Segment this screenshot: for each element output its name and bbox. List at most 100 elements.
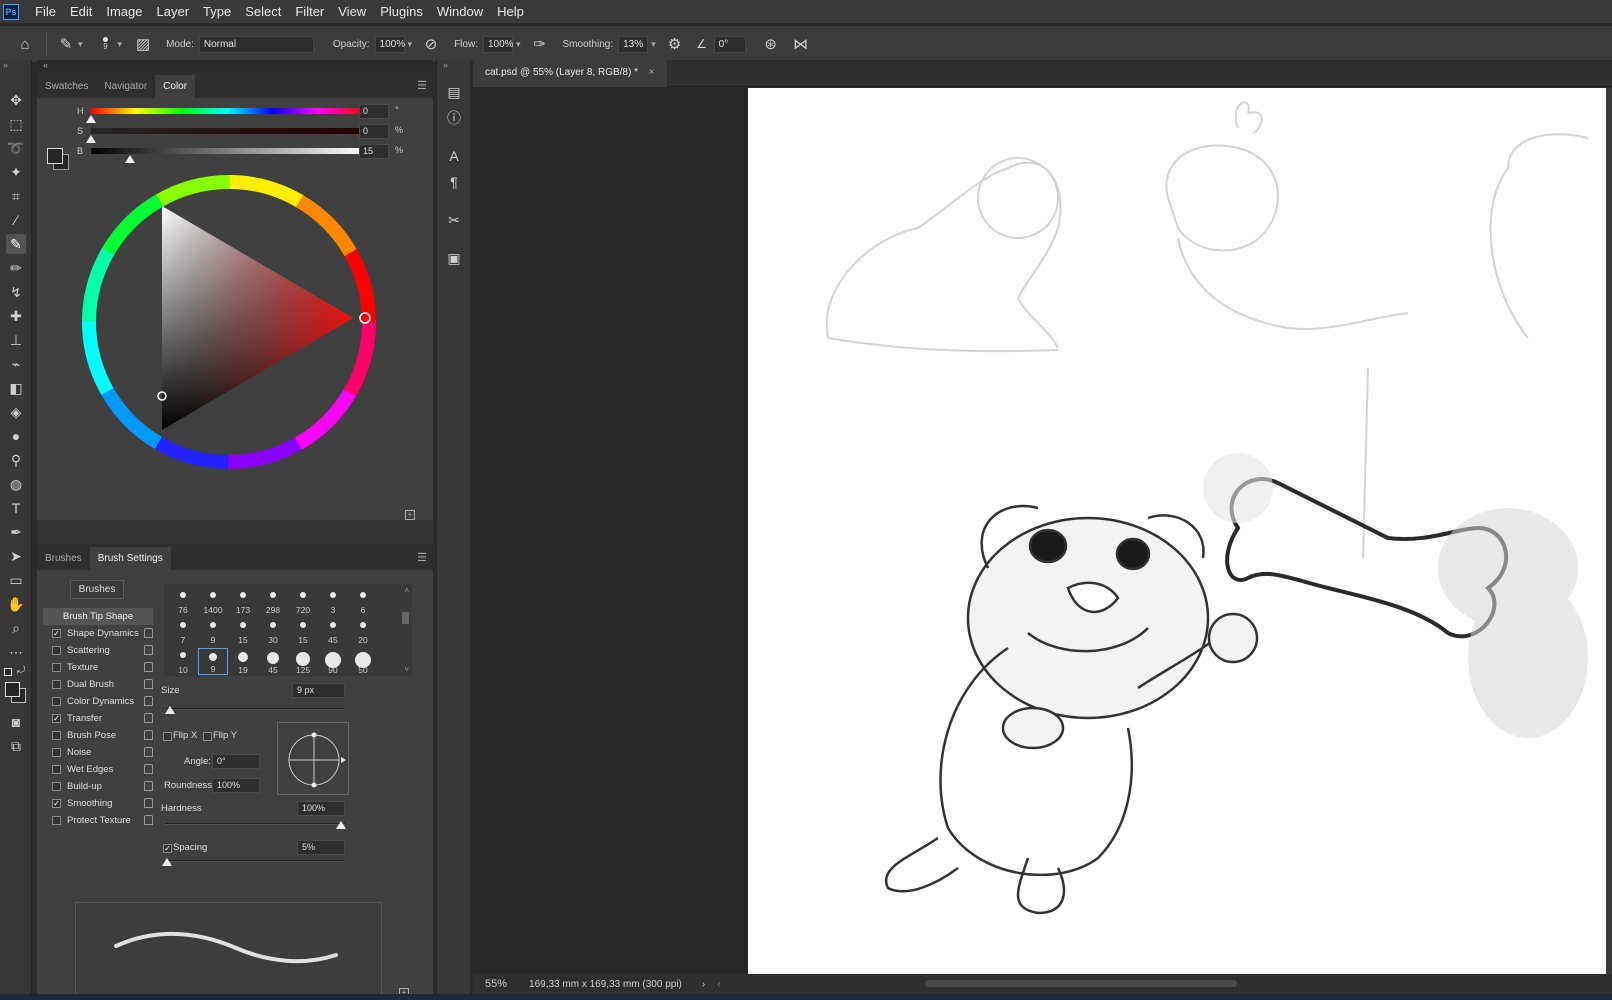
foreground-color-swatch[interactable] [47, 148, 63, 164]
chevron-down-icon[interactable]: ˅ [404, 665, 409, 674]
quick-mask-icon[interactable]: ◙ [6, 712, 26, 732]
panel-menu-icon[interactable]: ☰ [417, 79, 427, 92]
vertical-scrollbar[interactable] [1606, 88, 1612, 974]
brush-option-checkbox[interactable]: ✓ [52, 714, 61, 723]
menu-type[interactable]: Type [197, 4, 239, 19]
hardness-slider-handle[interactable] [336, 821, 346, 829]
size-field[interactable]: 9 px [292, 683, 345, 698]
blur-tool-icon[interactable]: ● [6, 426, 26, 446]
close-icon[interactable]: × [649, 67, 655, 78]
lock-icon[interactable] [144, 730, 153, 740]
gear-icon[interactable]: ⚙ [666, 35, 684, 53]
lock-icon[interactable] [144, 645, 153, 655]
brush-tip-preset[interactable]: 125 [288, 648, 318, 675]
brush-option-item[interactable]: Brush Pose [43, 727, 153, 744]
panel-menu-icon[interactable]: ☰ [417, 551, 427, 564]
angle-roundness-widget[interactable] [277, 722, 349, 795]
info-icon[interactable]: ⓘ [444, 108, 464, 128]
brush-option-item[interactable]: Color Dynamics [43, 693, 153, 710]
color-wheel[interactable] [77, 170, 387, 480]
size-slider-handle[interactable] [165, 706, 175, 714]
spacing-slider[interactable] [165, 860, 345, 862]
default-colors-icon[interactable] [4, 668, 12, 676]
foreground-color-swatch[interactable] [5, 682, 20, 697]
brush-tip-preset[interactable]: 7 [168, 618, 198, 645]
spacing-slider-handle[interactable] [162, 858, 172, 866]
brush-tip-preset[interactable]: 9 [198, 618, 228, 645]
lock-icon[interactable] [144, 628, 153, 638]
chevron-up-icon[interactable]: ˄ [404, 586, 409, 595]
brush-tip-preset[interactable]: 76 [168, 588, 198, 615]
healing-brush-tool-icon[interactable]: ✚ [6, 306, 26, 326]
sponge-tool-icon[interactable]: ◍ [6, 474, 26, 494]
brush-option-checkbox[interactable] [52, 748, 61, 757]
angle-field[interactable]: 0° [212, 754, 260, 769]
pen-tool-icon[interactable]: ✒ [6, 522, 26, 542]
tab-swatches[interactable]: Swatches [37, 75, 96, 98]
eraser-tool-icon[interactable]: ◧ [6, 378, 26, 398]
brush-tip-preset[interactable]: 6 [348, 588, 378, 615]
brightness-slider-handle[interactable] [125, 155, 135, 163]
paragraph-icon[interactable]: ¶ [444, 172, 464, 192]
swap-colors-icon[interactable]: ⤾ [17, 665, 25, 676]
pencil-tool-icon[interactable]: ✏ [6, 258, 26, 278]
brush-option-item[interactable]: Noise [43, 744, 153, 761]
lock-icon[interactable] [144, 713, 153, 723]
panel-collapse-strip[interactable]: « [37, 60, 433, 72]
tool-presets-icon[interactable]: ✂ [444, 210, 464, 230]
home-icon[interactable]: ⌂ [14, 36, 36, 53]
character-icon[interactable]: A [444, 146, 464, 166]
brush-tip-preset[interactable]: 9 [198, 648, 228, 675]
brush-tip-preset[interactable]: 15 [228, 618, 258, 645]
smoothing-field[interactable]: 13% [618, 35, 649, 53]
brush-tip-preset[interactable]: 19 [228, 648, 258, 675]
brush-option-checkbox[interactable] [52, 765, 61, 774]
marquee-tool-icon[interactable]: ⬚ [6, 114, 26, 134]
brush-tool-preset-icon[interactable]: ✎ [57, 35, 75, 53]
brightness-value-field[interactable]: 15 [359, 144, 389, 159]
brushes-button[interactable]: Brushes [70, 580, 124, 599]
chevron-down-icon[interactable]: ▾ [516, 39, 521, 50]
brush-option-item[interactable]: Scattering [43, 642, 153, 659]
history-brush-tool-icon[interactable]: ↯ [6, 282, 26, 302]
spacing-field[interactable]: 5% [297, 840, 345, 855]
brush-option-checkbox[interactable]: ✓ [52, 629, 61, 638]
paint-bucket-tool-icon[interactable]: ◈ [6, 402, 26, 422]
brush-option-checkbox[interactable] [52, 663, 61, 672]
brush-option-item[interactable]: Wet Edges [43, 761, 153, 778]
brush-tip-preset[interactable]: 30 [258, 618, 288, 645]
brush-tip-preset[interactable]: 45 [258, 648, 288, 675]
clone-source-icon[interactable]: ▣ [444, 248, 464, 268]
document-tab[interactable]: cat.psd @ 55% (Layer 8, RGB/8) * × [473, 60, 667, 87]
size-slider[interactable] [165, 708, 345, 710]
menu-edit[interactable]: Edit [64, 4, 100, 19]
brush-size-picker[interactable]: 9 [97, 37, 115, 51]
collapse-icon[interactable]: » [3, 60, 8, 70]
workspace[interactable] [473, 88, 1612, 974]
lock-icon[interactable] [144, 679, 153, 689]
roundness-field[interactable]: 100% [212, 778, 260, 793]
lock-icon[interactable] [144, 815, 153, 825]
menu-window[interactable]: Window [431, 4, 491, 19]
brush-option-item[interactable]: ✓ Shape Dynamics [43, 625, 153, 642]
brush-option-item[interactable]: Dual Brush [43, 676, 153, 693]
brush-option-checkbox[interactable] [52, 816, 61, 825]
tab-navigator[interactable]: Navigator [96, 75, 155, 98]
screen-mode-icon[interactable]: ⧉ [6, 736, 26, 756]
opacity-field[interactable]: 100% [374, 35, 405, 53]
tab-brushes[interactable]: Brushes [37, 547, 90, 570]
brush-option-item[interactable]: Texture [43, 659, 153, 676]
eyedropper-tool-icon[interactable]: ⁄ [6, 210, 26, 230]
scroll-left-arrow[interactable]: ‹ [717, 979, 720, 990]
status-menu-arrow[interactable]: › [702, 979, 705, 990]
saturation-slider[interactable] [91, 128, 363, 134]
brush-tip-preset[interactable]: 15 [288, 618, 318, 645]
menu-file[interactable]: File [29, 4, 64, 19]
hue-slider-handle[interactable] [86, 115, 96, 123]
hand-tool-icon[interactable]: ✋ [6, 594, 26, 614]
lock-icon[interactable] [144, 798, 153, 808]
hardness-field[interactable]: 100% [297, 801, 345, 816]
brush-option-item[interactable]: ✓ Transfer [43, 710, 153, 727]
brush-tip-preset[interactable]: 720 [288, 588, 318, 615]
menu-view[interactable]: View [332, 4, 374, 19]
